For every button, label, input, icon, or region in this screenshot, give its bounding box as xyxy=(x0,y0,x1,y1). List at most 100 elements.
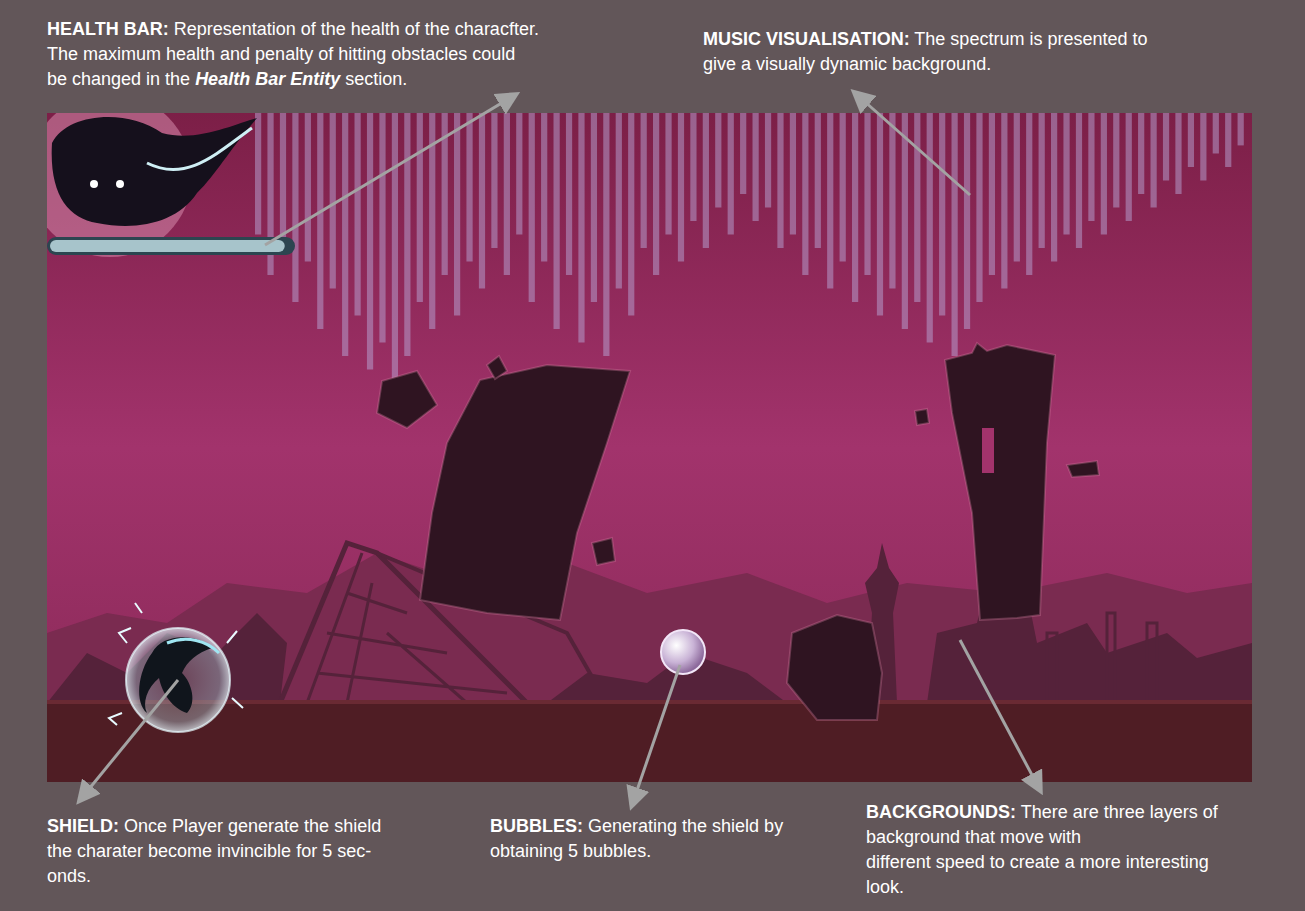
annotation-arrows xyxy=(0,0,1305,911)
spectrum-bar xyxy=(1088,113,1094,221)
annotation-line: the charater become invincible for 5 sec… xyxy=(47,839,490,864)
annotation-line: SHIELD: Once Player generate the shield xyxy=(47,814,490,839)
annotation-text: obtaining 5 bubbles. xyxy=(490,841,651,861)
spectrum-bar xyxy=(1076,113,1082,248)
backgrounds-annotation: BACKGROUNDS: There are three layers of ba… xyxy=(866,800,1218,900)
spectrum-bar xyxy=(939,113,945,316)
spectrum-bar xyxy=(1113,113,1119,208)
spectrum-bar xyxy=(616,113,622,289)
spectrum-bar xyxy=(330,113,336,289)
health-bar xyxy=(47,113,295,257)
spectrum-bar xyxy=(1151,113,1157,208)
spectrum-bar xyxy=(740,113,746,194)
annotation-line: background that move with xyxy=(866,825,1218,850)
spectrum-bar xyxy=(392,113,398,383)
bubble xyxy=(661,630,705,674)
annotation-line: onds. xyxy=(47,864,490,889)
annotation-text: give a visually dynamic background. xyxy=(703,54,991,74)
top-annotations: HEALTH BAR: Representation of the health… xyxy=(0,0,1305,113)
spectrum-bar xyxy=(292,113,298,302)
spectrum-bar xyxy=(927,113,933,343)
annotation-line: look. xyxy=(866,875,1218,900)
spectrum-bar xyxy=(703,113,709,248)
music-annotation: MUSIC VISUALISATION: The spectrum is pre… xyxy=(703,17,1147,113)
spectrum-bar xyxy=(902,113,908,329)
spectrum-bar xyxy=(728,113,734,235)
spectrum-bar xyxy=(554,113,560,329)
annotation-title: SHIELD: xyxy=(47,816,119,836)
spectrum-bar xyxy=(516,113,522,235)
annotation-text: There are three layers of xyxy=(1016,802,1218,822)
spectrum-bar xyxy=(355,113,361,316)
annotation-line: obtaining 5 bubbles. xyxy=(490,839,866,864)
spectrum-bar xyxy=(1051,113,1057,262)
spectrum-bar xyxy=(1014,113,1020,262)
spectrum-bar xyxy=(491,113,497,248)
spectrum-bar xyxy=(541,113,547,262)
spectrum-bar xyxy=(827,113,833,289)
annotation-line: give a visually dynamic background. xyxy=(703,52,1147,77)
spectrum-bar xyxy=(442,113,448,275)
annotation-text: The maximum health and penalty of hittin… xyxy=(47,44,515,64)
spectrum-bar xyxy=(591,113,597,302)
spectrum-bar xyxy=(566,113,572,275)
annotation-title: BACKGROUNDS: xyxy=(866,802,1016,822)
annotation-line: be changed in the Health Bar Entity sect… xyxy=(47,67,687,92)
spectrum-bar xyxy=(753,113,759,221)
broken-tower xyxy=(945,343,1055,620)
spectrum-bar xyxy=(952,113,958,356)
spectrum-bar xyxy=(790,113,796,235)
spectrum-bar xyxy=(976,113,982,302)
annotation-text: The spectrum is presented to xyxy=(910,29,1148,49)
character-portrait-icon xyxy=(52,117,257,226)
annotation-text: different speed to create a more interes… xyxy=(866,852,1209,872)
annotation-line: HEALTH BAR: Representation of the health… xyxy=(47,17,687,42)
spectrum-bar xyxy=(715,113,721,208)
annotation-text: look. xyxy=(866,877,904,897)
spectrum-bar xyxy=(815,113,821,248)
spectrum-bar xyxy=(603,113,609,356)
spectrum-bar xyxy=(1213,113,1219,154)
player-character-icon xyxy=(139,637,212,713)
health-track xyxy=(47,237,295,255)
spectrum-bar xyxy=(1138,113,1144,194)
spectrum-bar xyxy=(367,113,373,370)
spectrum-bar xyxy=(404,113,410,356)
spectrum-bar xyxy=(914,113,920,302)
shield xyxy=(109,603,243,732)
spectrum-bar xyxy=(479,113,485,289)
spectrum-bar xyxy=(255,113,261,235)
spectrum-bar xyxy=(454,113,460,316)
spectrum-bar xyxy=(1063,113,1069,235)
floating-rocks xyxy=(377,343,1099,720)
spectrum-bar xyxy=(1175,113,1181,194)
spectrum-bar xyxy=(504,113,510,275)
game-screen xyxy=(47,113,1252,782)
health-fill xyxy=(50,240,285,252)
annotation-text: section. xyxy=(340,69,407,89)
spectrum-bar xyxy=(653,113,659,275)
bubbles-annotation: BUBBLES: Generating the shield byobtaini… xyxy=(490,814,866,864)
spectrum-bar xyxy=(678,113,684,262)
spectrum-bar xyxy=(1101,113,1107,235)
arrow-icon xyxy=(80,680,178,800)
spectrum-bar xyxy=(529,113,535,302)
arrow-icon xyxy=(960,640,1040,790)
bottom-annotations: SHIELD: Once Player generate the shieldt… xyxy=(0,782,1305,900)
annotation-text: Generating the shield by xyxy=(583,816,783,836)
arrow-icon xyxy=(855,93,970,195)
spectrum-bar xyxy=(889,113,895,289)
spectrum-bar xyxy=(466,113,472,262)
spectrum-bar xyxy=(305,113,311,262)
spectrum-bar xyxy=(641,113,647,248)
arrow-icon xyxy=(632,665,680,805)
ground-layer xyxy=(47,700,1252,782)
spectrum-bar xyxy=(964,113,970,329)
spectrum-bar xyxy=(1163,113,1169,181)
annotation-text: the charater become invincible for 5 sec… xyxy=(47,841,371,861)
spectrum-bar xyxy=(317,113,323,329)
spectrum-bar xyxy=(802,113,808,275)
spectrum-bar xyxy=(1026,113,1032,275)
health-bar-annotation: HEALTH BAR: Representation of the health… xyxy=(47,17,687,113)
spectrum-bar xyxy=(1200,113,1206,181)
